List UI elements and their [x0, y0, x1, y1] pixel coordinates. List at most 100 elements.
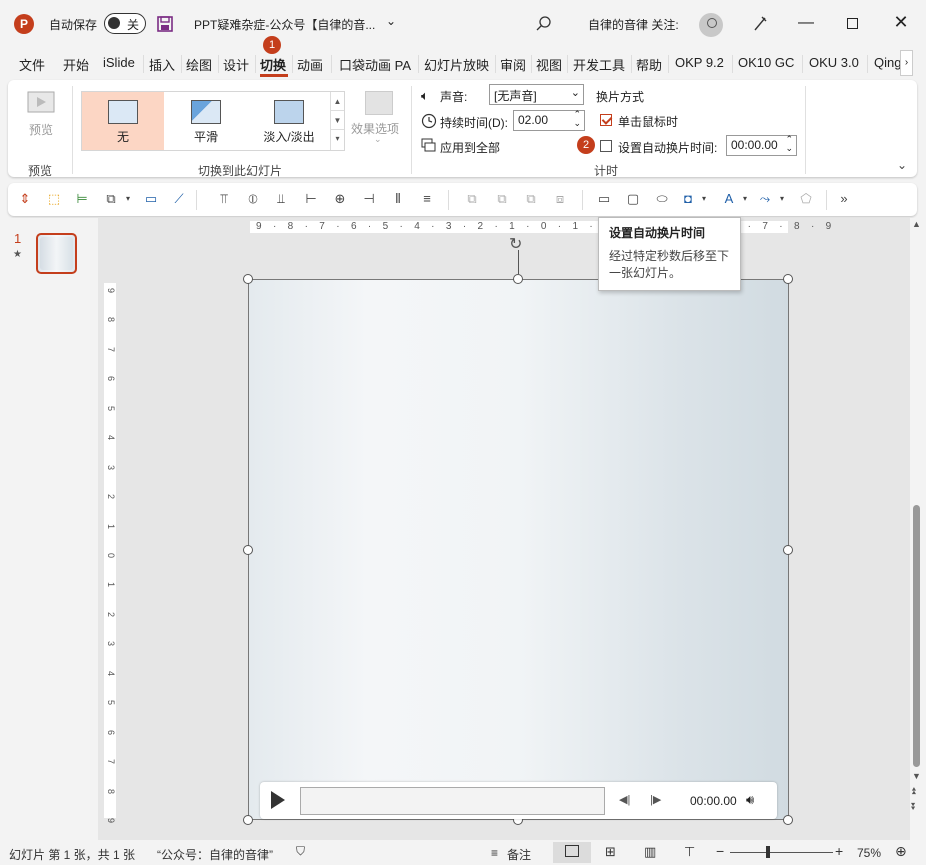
transition-morph[interactable]: 平滑	[165, 92, 247, 150]
tab-insert[interactable]: 插入	[149, 55, 175, 74]
autosave-toggle[interactable]: 关	[104, 13, 146, 34]
duration-input[interactable]: 02.00 ⌃ ⌄	[513, 110, 585, 131]
tab-developer[interactable]: 开发工具	[573, 55, 625, 74]
more-tools-icon[interactable]: »	[836, 191, 852, 207]
slide-thumbnail[interactable]	[36, 233, 77, 274]
crop-icon[interactable]: ⧈	[552, 191, 568, 207]
pen-icon[interactable]	[752, 15, 768, 33]
group-shapes-icon[interactable]: ⧉	[103, 191, 119, 207]
slideshow-view-icon[interactable]: ⊤	[684, 844, 695, 860]
volume-icon[interactable]: 🔊︎	[746, 792, 754, 808]
align-top-icon[interactable]: ⫪	[216, 191, 232, 207]
auto-advance-checkbox[interactable]	[600, 140, 612, 152]
previous-slide-icon[interactable]: ⏫︎	[911, 786, 916, 797]
document-title[interactable]: PPT疑难杂症-公众号【自律的音...	[194, 16, 375, 33]
zoom-level[interactable]: 75%	[857, 846, 881, 860]
resize-handle-se[interactable]	[783, 815, 793, 825]
tab-ok10[interactable]: OK10 GC	[738, 55, 794, 70]
resize-handle-n[interactable]	[513, 274, 523, 284]
transition-none[interactable]: 无	[82, 92, 164, 150]
resize-handle-sw[interactable]	[243, 815, 253, 825]
gallery-scroll[interactable]: ▲ ▼ ▾	[330, 92, 344, 150]
edit-points-icon[interactable]: ⬠	[798, 191, 814, 207]
reading-view-icon[interactable]: ▥	[644, 844, 656, 860]
zoom-slider[interactable]	[730, 852, 833, 853]
select-icon[interactable]: ⬚	[46, 191, 62, 207]
align-right-icon[interactable]: ⊣	[361, 191, 377, 207]
auto-time-spinner-icon[interactable]: ⌃ ⌄	[785, 135, 793, 153]
text-dropdown-icon[interactable]: ▾	[737, 191, 753, 207]
search-icon[interactable]	[536, 16, 552, 32]
group-dropdown-icon[interactable]: ▾	[120, 191, 136, 207]
resize-handle-e[interactable]	[783, 545, 793, 555]
ellipse-icon[interactable]: ⬭	[654, 191, 670, 207]
maximize-icon[interactable]	[847, 18, 858, 29]
transition-fade[interactable]: 淡入/淡出	[248, 92, 330, 150]
next-slide-icon[interactable]: ⏬︎	[911, 802, 916, 813]
gallery-more-icon[interactable]: ▾	[331, 130, 344, 148]
title-dropdown-icon[interactable]: ⌄	[386, 14, 396, 28]
rounded-rectangle-icon[interactable]: ▢	[625, 191, 641, 207]
rotate-handle-icon[interactable]: ↻	[509, 234, 522, 254]
media-timeline[interactable]	[300, 787, 605, 815]
slide-size-icon[interactable]: ⇕	[17, 191, 33, 207]
normal-view-icon[interactable]	[565, 845, 579, 857]
sound-dropdown-icon[interactable]: ⌄	[571, 86, 580, 99]
minimize-icon[interactable]: —	[796, 14, 816, 32]
preview-button[interactable]: 预览	[29, 121, 53, 138]
gallery-up-icon[interactable]: ▲	[331, 92, 344, 111]
save-icon[interactable]	[157, 16, 173, 32]
scrollbar-thumb[interactable]	[913, 505, 920, 767]
effect-options-chevron-icon[interactable]: ⌄	[374, 134, 382, 145]
avatar[interactable]	[699, 13, 723, 37]
tab-design[interactable]: 设计	[223, 55, 249, 74]
resize-handle-nw[interactable]	[243, 274, 253, 284]
apply-all-button[interactable]: 应用到全部	[440, 139, 500, 156]
format-painter-icon[interactable]: ⟋	[171, 191, 187, 207]
align-left-icon[interactable]: ⊢	[303, 191, 319, 207]
shapes-dropdown-icon[interactable]: ▾	[696, 191, 712, 207]
close-icon[interactable]: ✕	[891, 12, 911, 33]
align-guides-icon[interactable]: ⊨	[74, 191, 90, 207]
resize-handle-w[interactable]	[243, 545, 253, 555]
tab-qing[interactable]: Qing	[874, 55, 902, 70]
account-name[interactable]: 自律的音律 关注:	[588, 16, 679, 33]
scroll-up-icon[interactable]: ▲	[912, 219, 921, 229]
textbox-icon[interactable]: ▭	[143, 191, 159, 207]
zoom-slider-thumb[interactable]	[766, 846, 770, 858]
slide[interactable]	[248, 279, 789, 820]
tab-home[interactable]: 开始	[63, 55, 89, 74]
slide-sorter-icon[interactable]: ⊞	[605, 844, 616, 860]
accessibility-icon[interactable]: ⛉	[296, 844, 305, 859]
tab-animations[interactable]: 动画	[297, 55, 323, 74]
merge-shapes-icon[interactable]: ⧉	[523, 191, 539, 207]
tab-islide[interactable]: iSlide	[103, 55, 135, 70]
sound-dropdown[interactable]: [无声音] ⌄	[489, 84, 584, 105]
distribute-vertical-icon[interactable]: ≡	[419, 191, 435, 207]
tab-pocket-animation[interactable]: 口袋动画 PA	[339, 55, 411, 74]
tab-oku[interactable]: OKU 3.0	[809, 55, 859, 70]
collapse-ribbon-icon[interactable]: ⌄	[897, 158, 907, 172]
forward-icon[interactable]: |▶︎	[650, 793, 661, 806]
tab-transitions[interactable]: 切换	[260, 55, 286, 74]
fit-to-window-icon[interactable]: ⊕	[895, 843, 907, 860]
tab-help[interactable]: 帮助	[636, 55, 662, 74]
preview-icon[interactable]	[27, 91, 57, 117]
distribute-horizontal-icon[interactable]: ⦀	[390, 191, 406, 207]
gallery-down-icon[interactable]: ▼	[331, 111, 344, 130]
connector-icon[interactable]: ⤳	[757, 191, 773, 207]
notes-icon[interactable]: ≡	[491, 846, 498, 860]
scroll-down-icon[interactable]: ▼	[912, 771, 921, 781]
duration-spinner-icon[interactable]: ⌃ ⌄	[573, 110, 581, 128]
align-middle-icon[interactable]: ⦶	[245, 191, 261, 207]
align-center-icon[interactable]: ⊕	[332, 191, 348, 207]
on-click-checkbox[interactable]	[600, 114, 612, 126]
text-box-icon[interactable]: A	[721, 191, 737, 207]
bring-forward-icon[interactable]: ⧉	[464, 191, 480, 207]
zoom-in-button[interactable]: +	[835, 843, 843, 859]
send-backward-icon[interactable]: ⧉	[494, 191, 510, 207]
zoom-out-button[interactable]: −	[716, 843, 724, 859]
notes-button[interactable]: 备注	[507, 846, 531, 863]
tab-review[interactable]: 审阅	[500, 55, 526, 74]
play-icon[interactable]	[271, 791, 285, 809]
